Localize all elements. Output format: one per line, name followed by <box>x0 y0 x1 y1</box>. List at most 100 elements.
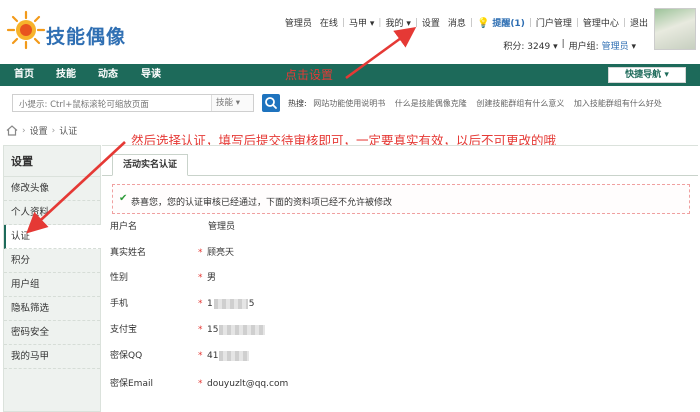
annotation-click-settings: 点击设置 <box>285 68 334 82</box>
check-icon: ✔ <box>119 193 128 204</box>
site-header: 技能偶像 管理员 在线 | 马甲 ▾ | 我的 ▾ | 设置 消息 | 💡 提醒… <box>0 0 700 62</box>
hot-word-link[interactable]: 加入技能群组有什么好处 <box>574 99 662 108</box>
remind-label: 提醒(1) <box>492 19 525 29</box>
messages-link[interactable]: 消息 <box>444 16 470 29</box>
mine-menu[interactable]: 我的 ▾ <box>381 16 414 29</box>
chevron-down-icon: ▾ <box>235 98 240 108</box>
field-value: 顾亮天 <box>207 248 235 258</box>
username-link[interactable]: 管理员 <box>281 16 316 29</box>
verification-notice: ✔ 恭喜您，您的认证审核已经通过，下面的资料项已经不允许被修改 <box>112 184 690 214</box>
required-marker: * <box>198 379 203 389</box>
chevron-down-icon: ▾ <box>631 42 636 52</box>
field-value-masked: 41 <box>207 348 250 364</box>
value-prefix: 41 <box>207 351 219 361</box>
usergroup-link[interactable]: 用户组: 管理员 ▾ <box>565 39 640 52</box>
chevron-down-icon: ▾ <box>553 42 558 52</box>
sidebar-item-points[interactable]: 积分 <box>4 249 100 273</box>
home-icon[interactable] <box>6 125 18 136</box>
required-marker: * <box>198 351 203 361</box>
bulb-icon: 💡 <box>476 18 490 29</box>
field-label: 密保Email <box>110 379 153 389</box>
nav-item-guide[interactable]: 导读 <box>141 64 161 86</box>
field-label: 性别 <box>110 273 129 283</box>
sidebar-item-verification[interactable]: 认证 <box>4 225 101 249</box>
main-navbar: 首页 技能 动态 导读 点击设置 快捷导航 ▾ <box>0 64 700 86</box>
portal-mgmt-link[interactable]: 门户管理 <box>532 16 576 29</box>
notice-text: 恭喜您，您的认证审核已经通过，下面的资料项已经不允许被修改 <box>131 198 393 208</box>
chevron-down-icon: ▾ <box>664 70 669 80</box>
remind-link[interactable]: 💡 提醒(1) <box>473 16 529 29</box>
sidebar-item-privacy[interactable]: 隐私筛选 <box>4 297 100 321</box>
main-content: 活动实名认证 ✔ 恭喜您，您的认证审核已经通过，下面的资料项已经不允许被修改 用… <box>102 145 698 412</box>
required-marker: * <box>198 248 203 258</box>
redacted-blur <box>219 350 250 361</box>
hot-word-link[interactable]: 创建技能群组有什么意义 <box>476 99 564 108</box>
required-marker: * <box>198 299 203 309</box>
field-label: 真实姓名 <box>110 248 147 258</box>
logout-link[interactable]: 退出 <box>626 16 652 29</box>
search-icon <box>265 97 277 109</box>
chevron-down-icon: ▾ <box>369 19 375 29</box>
sidebar-item-password[interactable]: 密码安全 <box>4 321 100 345</box>
redacted-blur <box>213 298 248 309</box>
quick-nav-label: 快捷导航 <box>625 70 662 80</box>
redacted-blur <box>219 324 266 335</box>
sidebar-item-usergroup[interactable]: 用户组 <box>4 273 100 297</box>
sidebar-item-avatar[interactable]: 修改头像 <box>4 177 100 201</box>
value-suffix: 5 <box>248 299 255 309</box>
hot-search: 热搜: 网站功能使用说明书 什么是技能偶像克隆 创建技能群组有什么意义 加入技能… <box>288 98 669 109</box>
field-label: 手机 <box>110 299 129 309</box>
user-stats: 积分: 3249 ▾ | 用户组: 管理员 ▾ <box>499 39 640 52</box>
field-value-masked: 15 <box>207 296 254 312</box>
search-input[interactable]: 小提示: Ctrl+鼠标滚轮可缩放页面 技能 ▾ <box>12 94 254 112</box>
breadcrumb-settings[interactable]: 设置 <box>30 124 48 137</box>
value-prefix: 15 <box>207 325 219 335</box>
settings-sidebar: 设置 修改头像 个人资料 认证 积分 用户组 隐私筛选 密码安全 我的马甲 <box>3 145 101 412</box>
field-label: 用户名 <box>110 222 138 232</box>
site-logo[interactable]: 技能偶像 <box>4 8 154 50</box>
avatar[interactable] <box>654 8 696 50</box>
top-user-nav: 管理员 在线 | 马甲 ▾ | 我的 ▾ | 设置 消息 | 💡 提醒(1) |… <box>281 16 652 30</box>
chevron-down-icon: ▾ <box>406 19 411 29</box>
tab-realname-verification[interactable]: 活动实名认证 <box>112 154 188 176</box>
field-value: 男 <box>207 273 217 283</box>
search-button[interactable] <box>262 94 280 112</box>
search-row: 小提示: Ctrl+鼠标滚轮可缩放页面 技能 ▾ 热搜: 网站功能使用说明书 什… <box>0 92 700 114</box>
tab-divider <box>102 175 698 176</box>
admin-center-link[interactable]: 管理中心 <box>579 16 623 29</box>
required-marker: * <box>198 325 203 335</box>
sun-logo-icon <box>6 10 46 50</box>
mine-label: 我的 <box>385 19 404 29</box>
breadcrumb-separator: › <box>51 125 56 136</box>
breadcrumb: › 设置 › 认证 <box>6 124 77 137</box>
points-label: 积分: 3249 <box>503 42 551 52</box>
hot-search-label: 热搜: <box>288 99 307 108</box>
required-marker: * <box>198 273 203 283</box>
breadcrumb-separator: › <box>22 125 26 136</box>
value-prefix: 1 <box>207 299 213 309</box>
quick-nav-button[interactable]: 快捷导航 ▾ <box>608 67 686 83</box>
field-label: 支付宝 <box>110 325 138 335</box>
nav-item-home[interactable]: 首页 <box>14 64 34 86</box>
field-value: douyuzlt@qq.com <box>207 379 289 389</box>
nav-item-skills[interactable]: 技能 <box>56 64 76 86</box>
majia-menu[interactable]: 马甲 ▾ <box>345 16 378 29</box>
usergroup-value: 管理员 <box>601 42 629 52</box>
field-value-masked: 15 <box>207 322 266 338</box>
majia-label: 马甲 <box>348 19 367 29</box>
search-scope-label: 技能 <box>216 98 234 108</box>
hot-word-link[interactable]: 网站功能使用说明书 <box>313 99 385 108</box>
breadcrumb-current: 认证 <box>59 127 78 137</box>
usergroup-label: 用户组: <box>568 42 599 52</box>
sidebar-item-majia[interactable]: 我的马甲 <box>4 345 100 369</box>
sidebar-item-profile[interactable]: 个人资料 <box>4 201 100 225</box>
points-link[interactable]: 积分: 3249 ▾ <box>499 39 561 52</box>
field-label: 密保QQ <box>110 351 143 361</box>
settings-link[interactable]: 设置 <box>418 16 444 29</box>
nav-item-dynamics[interactable]: 动态 <box>98 64 118 86</box>
search-scope-select[interactable]: 技能 ▾ <box>211 95 253 111</box>
field-value: 管理员 <box>208 222 236 232</box>
logo-text: 技能偶像 <box>46 26 127 48</box>
hot-word-link[interactable]: 什么是技能偶像克隆 <box>395 99 467 108</box>
online-status[interactable]: 在线 <box>316 16 342 29</box>
